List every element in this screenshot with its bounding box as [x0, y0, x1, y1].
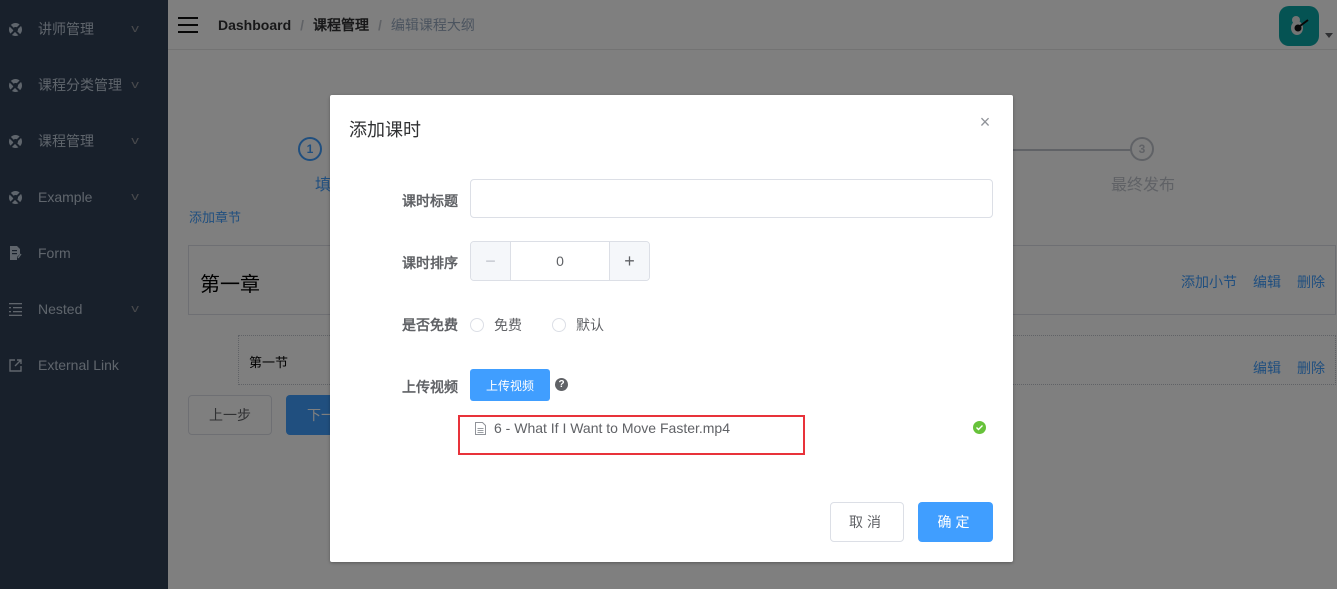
- lesson-sort-input[interactable]: [511, 242, 609, 280]
- lesson-title-input[interactable]: [470, 179, 993, 218]
- lesson-sort-stepper: − +: [470, 241, 650, 281]
- uploaded-file-name: 6 - What If I Want to Move Faster.mp4: [494, 420, 731, 436]
- radio-default[interactable]: 默认: [552, 315, 604, 335]
- cancel-button[interactable]: 取消: [830, 502, 904, 542]
- radio-circle[interactable]: [470, 318, 484, 332]
- upload-video-label: 上传视频: [402, 379, 458, 395]
- decrement-button[interactable]: −: [471, 242, 511, 280]
- lesson-title-label: 课时标题: [402, 193, 458, 209]
- add-lesson-dialog: 添加课时 × 课时标题 课时排序 − + 是否免费 免费 默认 上传视频 上传视…: [330, 95, 1013, 562]
- radio-free-label: 免费: [494, 317, 522, 333]
- uploaded-file-item[interactable]: 6 - What If I Want to Move Faster.mp4: [470, 417, 993, 439]
- radio-default-label: 默认: [576, 317, 604, 333]
- increment-button[interactable]: +: [609, 242, 649, 280]
- is-free-label: 是否免费: [402, 317, 458, 333]
- confirm-button[interactable]: 确定: [918, 502, 993, 542]
- radio-circle[interactable]: [552, 318, 566, 332]
- document-icon: [475, 421, 486, 435]
- success-check-icon: [973, 421, 986, 434]
- question-circle-icon[interactable]: ?: [555, 378, 568, 391]
- lesson-sort-label: 课时排序: [402, 255, 458, 271]
- app: 讲师管理 v 课程分类管理 v 课程管理 v Example v Form: [0, 0, 1337, 589]
- close-icon[interactable]: ×: [977, 113, 993, 131]
- radio-free[interactable]: 免费: [470, 315, 522, 335]
- upload-video-button[interactable]: 上传视频: [470, 369, 550, 401]
- dialog-title: 添加课时: [349, 120, 421, 140]
